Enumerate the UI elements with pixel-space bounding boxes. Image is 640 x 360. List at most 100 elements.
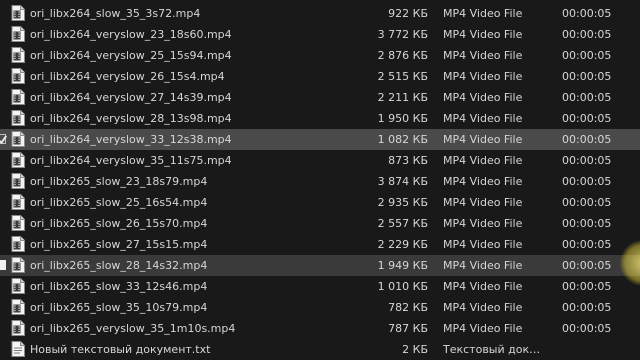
file-type: MP4 Video File <box>443 28 523 41</box>
video-file-icon <box>11 236 25 252</box>
file-size: 787 КБ <box>388 322 428 335</box>
file-type: MP4 Video File <box>443 175 523 188</box>
file-name: ori_libx265_slow_35_10s79.mp4 <box>30 301 208 314</box>
file-row[interactable]: ori_libx264_veryslow_27_14s39.mp4 2 211 … <box>0 87 640 108</box>
file-row[interactable]: ori_libx264_veryslow_35_11s75.mp4 873 КБ… <box>0 150 640 171</box>
video-file-icon <box>11 173 25 189</box>
file-row[interactable]: ori_libx265_slow_23_18s79.mp4 3 874 КБ M… <box>0 171 640 192</box>
video-file-icon <box>11 68 25 84</box>
file-row[interactable]: ori_libx264_slow_35_3s72.mp4 922 КБ MP4 … <box>0 3 640 24</box>
file-row[interactable]: ori_libx265_slow_33_12s46.mp4 1 010 КБ M… <box>0 276 640 297</box>
file-type: MP4 Video File <box>443 217 523 230</box>
file-duration: 00:00:05 <box>562 7 612 20</box>
video-file-icon <box>11 89 25 105</box>
file-size: 2 557 КБ <box>377 217 428 230</box>
file-name: ori_libx265_slow_28_14s32.mp4 <box>30 259 208 272</box>
file-name: Новый текстовый документ.txt <box>30 343 211 356</box>
file-list: ori_libx264_slow_35_3s72.mp4 922 КБ MP4 … <box>0 3 640 360</box>
file-row[interactable]: ori_libx265_slow_35_10s79.mp4 782 КБ MP4… <box>0 297 640 318</box>
video-file-icon <box>11 131 25 147</box>
file-row[interactable]: ori_libx264_veryslow_28_13s98.mp4 1 950 … <box>0 108 640 129</box>
file-size: 3 772 КБ <box>377 28 428 41</box>
file-type: MP4 Video File <box>443 196 523 209</box>
file-duration: 00:00:05 <box>562 175 612 188</box>
file-row-selected[interactable]: ori_libx264_veryslow_33_12s38.mp4 1 082 … <box>0 129 640 150</box>
file-type: MP4 Video File <box>443 238 523 251</box>
file-duration: 00:00:05 <box>562 196 612 209</box>
file-size: 1 949 КБ <box>377 259 428 272</box>
file-duration: 00:00:05 <box>562 70 612 83</box>
file-size: 2 229 КБ <box>377 238 428 251</box>
file-name: ori_libx265_slow_26_15s70.mp4 <box>30 217 208 230</box>
file-size: 873 КБ <box>388 154 428 167</box>
file-duration: 00:00:05 <box>562 28 612 41</box>
file-type: Текстовый документ <box>443 343 546 356</box>
file-size: 1 010 КБ <box>377 280 428 293</box>
file-duration: 00:00:05 <box>562 112 612 125</box>
file-name: ori_libx265_slow_23_18s79.mp4 <box>30 175 208 188</box>
text-file-icon <box>11 341 25 357</box>
file-row-hover[interactable]: ori_libx265_slow_28_14s32.mp4 1 949 КБ M… <box>0 255 640 276</box>
file-name: ori_libx265_slow_25_16s54.mp4 <box>30 196 208 209</box>
file-row[interactable]: Новый текстовый документ.txt 2 КБ Тексто… <box>0 339 640 360</box>
file-size: 2 КБ <box>402 343 428 356</box>
file-type: MP4 Video File <box>443 154 523 167</box>
file-type: MP4 Video File <box>443 112 523 125</box>
file-name: ori_libx265_slow_33_12s46.mp4 <box>30 280 208 293</box>
file-type: MP4 Video File <box>443 7 523 20</box>
file-name: ori_libx264_veryslow_33_12s38.mp4 <box>30 133 232 146</box>
file-name: ori_libx264_veryslow_25_15s94.mp4 <box>30 49 232 62</box>
video-file-icon <box>11 194 25 210</box>
file-duration: 00:00:05 <box>562 280 612 293</box>
video-file-icon <box>11 110 25 126</box>
video-file-icon <box>11 47 25 63</box>
file-size: 922 КБ <box>388 7 428 20</box>
file-duration: 00:00:05 <box>562 133 612 146</box>
file-name: ori_libx264_veryslow_23_18s60.mp4 <box>30 28 232 41</box>
file-duration: 00:00:05 <box>562 301 612 314</box>
file-size: 2 876 КБ <box>377 49 428 62</box>
video-file-icon <box>11 5 25 21</box>
file-size: 2 935 КБ <box>377 196 428 209</box>
file-row[interactable]: ori_libx265_slow_27_15s15.mp4 2 229 КБ M… <box>0 234 640 255</box>
file-type: MP4 Video File <box>443 70 523 83</box>
file-duration: 00:00:05 <box>562 322 612 335</box>
file-type: MP4 Video File <box>443 280 523 293</box>
file-duration: 00:00:05 <box>562 238 612 251</box>
file-name: ori_libx265_veryslow_35_1m10s.mp4 <box>30 322 236 335</box>
file-row[interactable]: ori_libx264_veryslow_26_15s4.mp4 2 515 К… <box>0 66 640 87</box>
file-row[interactable]: ori_libx265_slow_26_15s70.mp4 2 557 КБ M… <box>0 213 640 234</box>
file-row[interactable]: ori_libx264_veryslow_23_18s60.mp4 3 772 … <box>0 24 640 45</box>
video-file-icon <box>11 257 25 273</box>
file-type: MP4 Video File <box>443 91 523 104</box>
file-type: MP4 Video File <box>443 259 523 272</box>
video-file-icon <box>11 152 25 168</box>
file-name: ori_libx264_veryslow_35_11s75.mp4 <box>30 154 232 167</box>
file-type: MP4 Video File <box>443 301 523 314</box>
file-duration: 00:00:05 <box>562 49 612 62</box>
file-size: 2 515 КБ <box>377 70 428 83</box>
video-file-icon <box>11 26 25 42</box>
file-duration: 00:00:05 <box>562 259 612 272</box>
file-type: MP4 Video File <box>443 133 523 146</box>
file-size: 782 КБ <box>388 301 428 314</box>
file-name: ori_libx264_slow_35_3s72.mp4 <box>30 7 201 20</box>
row-checkbox[interactable] <box>0 260 6 270</box>
file-type: MP4 Video File <box>443 322 523 335</box>
file-size: 2 211 КБ <box>377 91 428 104</box>
file-duration: 00:00:05 <box>562 217 612 230</box>
video-file-icon <box>11 278 25 294</box>
video-file-icon <box>11 320 25 336</box>
file-row[interactable]: ori_libx265_veryslow_35_1m10s.mp4 787 КБ… <box>0 318 640 339</box>
file-row[interactable]: ori_libx265_slow_25_16s54.mp4 2 935 КБ M… <box>0 192 640 213</box>
file-size: 1 082 КБ <box>377 133 428 146</box>
file-row[interactable]: ori_libx264_veryslow_25_15s94.mp4 2 876 … <box>0 45 640 66</box>
file-name: ori_libx264_veryslow_27_14s39.mp4 <box>30 91 232 104</box>
file-duration: 00:00:05 <box>562 91 612 104</box>
file-name: ori_libx264_veryslow_26_15s4.mp4 <box>30 70 225 83</box>
file-name: ori_libx265_slow_27_15s15.mp4 <box>30 238 208 251</box>
file-type: MP4 Video File <box>443 49 523 62</box>
file-duration: 00:00:05 <box>562 154 612 167</box>
row-checkbox[interactable] <box>0 134 6 144</box>
video-file-icon <box>11 299 25 315</box>
